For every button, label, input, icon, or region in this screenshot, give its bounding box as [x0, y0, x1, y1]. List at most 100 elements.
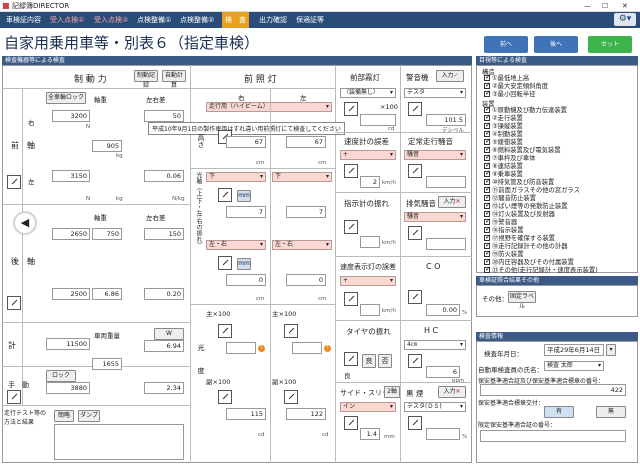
maximize-icon[interactable]: ☐ — [602, 0, 608, 12]
exhaust-noise-input[interactable] — [426, 238, 466, 250]
prev-arrow-icon[interactable]: ◀ — [14, 212, 36, 234]
speed-display-check[interactable] — [344, 292, 358, 306]
checkbox-icon[interactable] — [484, 89, 491, 97]
right-ud-input[interactable]: 7 — [226, 206, 266, 218]
two-axle-button[interactable]: 2軸 — [384, 386, 400, 398]
foglamp-input[interactable] — [360, 114, 396, 126]
check-item[interactable]: ⑭灯火装置及び反射器 — [484, 209, 555, 219]
left-ud-select[interactable]: 下 — [272, 172, 332, 182]
dump-button[interactable]: ダンプ — [78, 410, 100, 422]
menu-compliance[interactable]: 保適証等 — [296, 12, 324, 28]
vehicle-weight-input[interactable]: 1655 — [92, 358, 122, 370]
smoke-check[interactable] — [408, 416, 422, 430]
smoke-input[interactable] — [426, 428, 460, 440]
brake-record-button[interactable]: 制動記録 — [134, 70, 158, 89]
co-check[interactable] — [408, 290, 422, 304]
hand-brake-input[interactable]: 3880 — [46, 382, 90, 394]
fixed-label-button[interactable]: 固定ラベル — [508, 291, 536, 310]
menu-receipt-1[interactable]: 受入点検① — [50, 12, 84, 28]
front-left-input[interactable]: 3150 — [52, 170, 90, 182]
right-mm-button[interactable]: mm — [237, 190, 251, 202]
menu-vehicle-cert[interactable]: 車検証内容 — [6, 12, 41, 28]
horn-input-button[interactable]: 入力✓ — [436, 70, 464, 82]
left-ud-input[interactable]: 7 — [286, 206, 326, 218]
front-diff-input[interactable]: 0.06 — [144, 170, 184, 182]
front-check[interactable] — [7, 175, 21, 189]
menu-inspection[interactable]: 検 査 — [222, 12, 249, 28]
co-input[interactable]: 0.00 — [426, 304, 460, 316]
prev-button[interactable]: 前へ — [484, 36, 528, 53]
diff-top-input[interactable]: 50 — [144, 110, 184, 122]
check-item[interactable]: ⑱走行記録計その他の計器 — [484, 241, 568, 251]
cert-number-input[interactable]: 422 — [480, 384, 626, 396]
side-slip-check[interactable] — [344, 416, 358, 430]
rear-right-input[interactable]: 2650 — [52, 228, 90, 240]
smoke-select[interactable]: テスタ(ＤＳ) — [404, 402, 466, 412]
constant-noise-input[interactable] — [426, 176, 466, 188]
horn-input[interactable]: 101.5 — [426, 114, 466, 126]
check-item[interactable]: ①原動機及び動力伝達装置 — [484, 105, 567, 115]
check-item[interactable]: ⑳内圧容器及びその付属装置 — [484, 257, 574, 267]
check-item[interactable]: ②最大安定傾斜角度 — [484, 81, 548, 91]
front-right-input[interactable]: 3200 — [52, 110, 90, 122]
smoke-input-button[interactable]: 入力✕ — [438, 386, 466, 398]
inspection-date-input[interactable]: 平成29年6月14日 — [544, 344, 604, 356]
right-lr-select[interactable]: 左・右 — [206, 240, 266, 250]
auto-calc-button[interactable]: 自動計算 — [162, 70, 186, 89]
check-item[interactable]: ⑬ばい煙等の発散防止装置 — [484, 201, 568, 211]
limited-cert-input[interactable] — [480, 430, 626, 442]
side-slip-select[interactable]: イン — [340, 402, 396, 412]
exhaust-input-button[interactable]: 入力✕ — [438, 196, 466, 208]
left-mm-button[interactable]: mm — [237, 258, 251, 270]
left-sub-check[interactable] — [284, 390, 298, 404]
total-input[interactable]: 11500 — [46, 338, 90, 350]
check-item[interactable]: ⑦車枠及び車体 — [484, 153, 535, 163]
lock-button[interactable]: ロック — [46, 370, 76, 382]
right-sub-check[interactable] — [218, 390, 232, 404]
check-item[interactable]: ③最小回転半径 — [484, 89, 535, 99]
front-axle-input[interactable]: 905 — [92, 140, 122, 152]
full-lock-button[interactable]: 全車輪ロック — [46, 92, 86, 104]
minimize-icon[interactable]: — — [584, 0, 591, 12]
hc-input[interactable]: 6 — [426, 366, 460, 378]
right-lr-input[interactable]: 0 — [226, 274, 266, 286]
check-item[interactable]: ⑰視野を確保する装置 — [484, 233, 555, 243]
right-lr-check[interactable] — [218, 256, 232, 270]
horn-select[interactable]: テスタ — [404, 88, 466, 98]
left-main-check[interactable] — [284, 324, 298, 338]
menu-receipt-2[interactable]: 受入点検② — [94, 12, 128, 28]
hand-ratio-input[interactable]: 2.34 — [144, 382, 184, 394]
check-item[interactable]: ⑥燃料装置及び電気装置 — [484, 145, 561, 155]
headlight-mode-select[interactable]: 走行用（ハイビーム） — [206, 102, 332, 112]
run-test-textarea[interactable] — [54, 424, 184, 460]
calendar-icon[interactable]: ▾ — [606, 344, 616, 356]
left-height-input[interactable]: 67 — [286, 136, 326, 148]
next-button[interactable]: 後へ — [534, 36, 578, 53]
w-value-input[interactable]: 6.94 — [144, 340, 184, 352]
menu-maintenance-1[interactable]: 点検整備① — [137, 12, 171, 28]
constant-noise-select[interactable]: 騒音 — [404, 150, 466, 160]
left-sub-input[interactable]: 122 — [286, 408, 326, 420]
tire-bad-button[interactable]: 否 — [378, 354, 392, 368]
constant-noise-check[interactable] — [408, 164, 422, 178]
speed-display-select[interactable]: + — [340, 276, 396, 286]
right-ud-select[interactable]: 下 — [206, 172, 266, 182]
menu-output[interactable]: 出力確認 — [259, 12, 287, 28]
hand-check[interactable] — [7, 390, 21, 404]
w-button[interactable]: W — [154, 328, 184, 340]
checkbox-icon[interactable] — [484, 265, 491, 273]
menu-maintenance-2[interactable]: 点検整備② — [180, 12, 214, 28]
rear-axle-input[interactable]: 750 — [92, 228, 122, 240]
rear-diff2-input[interactable]: 0.20 — [144, 288, 184, 300]
left-lr-input[interactable]: 0 — [286, 274, 326, 286]
close-icon[interactable]: ✕ — [622, 0, 628, 12]
check-item[interactable]: ⑩排気管及び防音装置 — [484, 177, 554, 187]
exhaust-noise-select[interactable]: 騒音 — [404, 212, 466, 222]
right-height-input[interactable]: 67 — [226, 136, 266, 148]
rear-check[interactable] — [7, 296, 21, 310]
issue-yes-button[interactable]: 有 — [544, 406, 574, 418]
tire-good-button[interactable]: 良 — [362, 354, 376, 368]
set-button[interactable]: セット — [588, 36, 632, 53]
indicator-check[interactable] — [344, 220, 358, 234]
foglamp-check[interactable] — [344, 102, 358, 116]
